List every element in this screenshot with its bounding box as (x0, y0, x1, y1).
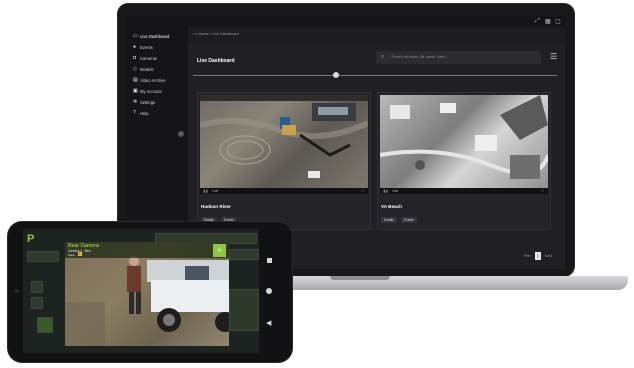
zone-badge: Zone (68, 253, 75, 257)
sidebar-item-live-dashboard[interactable]: ▭ Live Dashboard (133, 33, 170, 40)
collapse-toggle-icon[interactable]: ‹ (178, 131, 184, 137)
sidebar-item-my-account[interactable]: ▣ My Account (133, 88, 162, 95)
top-bar: ⤢ ▦ ▢ (127, 16, 565, 27)
pause-icon[interactable]: ❚❚ (383, 189, 388, 193)
sidebar-item-help[interactable]: ? Help (133, 110, 149, 117)
next-button[interactable]: Next (545, 254, 552, 258)
blurred-menu-item (31, 297, 43, 309)
search-placeholder: Search all fields, file name, date... (391, 55, 448, 59)
list-view-icon[interactable]: ☰ (550, 52, 557, 61)
blurred-row (229, 289, 259, 331)
breadcrumb: ‹ ⌂ Home / Live Dashboard (193, 32, 239, 36)
blurred-menu-item (27, 251, 59, 262)
front-camera-icon (15, 289, 19, 293)
sidebar-item-label: Settings (140, 100, 156, 105)
app-logo: P (27, 233, 35, 245)
live-label: Live (212, 189, 219, 193)
dot-icon: ● (133, 44, 137, 50)
back-icon[interactable]: ◀ (266, 320, 271, 327)
account-icon: ▣ (133, 88, 138, 94)
zone-number-badge: 1 (78, 252, 82, 256)
timeline-slider-handle[interactable] (333, 72, 339, 78)
pagination: Prev 1 Next (524, 252, 552, 260)
blurred-row (229, 249, 259, 260)
camera-name: Hudson River (201, 204, 231, 209)
sidebar-item-video-archive[interactable]: ▤ Video Archive (133, 77, 166, 84)
sidebar-item-settings[interactable]: ✲ Settings (133, 99, 156, 106)
breadcrumb-current: Live Dashboard (212, 32, 239, 36)
page-number[interactable]: 1 (534, 252, 541, 260)
sidebar-item-models[interactable]: ◇ Models (133, 66, 154, 73)
sidebar-item-label: Cameras (140, 56, 157, 61)
sidebar-item-cameras[interactable]: ◘ Cameras (133, 55, 157, 62)
camera-feed-image[interactable] (200, 95, 368, 189)
breadcrumb-home[interactable]: Home (199, 32, 209, 36)
sidebar-item-label: Live Dashboard (140, 34, 170, 39)
prev-button[interactable]: Prev (524, 254, 531, 258)
window-icon[interactable]: ▢ (555, 18, 561, 25)
player-controls: ❚❚ Live ⛶ (380, 188, 548, 194)
camera-name: VA Beach (381, 204, 402, 209)
monitor-icon: ▭ (133, 33, 138, 39)
laptop-notch (330, 276, 390, 280)
pause-icon[interactable]: ❚❚ (203, 189, 208, 193)
camera-card-hudson-river: ❚❚ Live ⛶ Hudson River Details Events (197, 92, 371, 230)
square-icon[interactable] (267, 258, 272, 263)
blurred-menu-item (31, 281, 43, 293)
sidebar-item-label: Video Archive (140, 78, 166, 83)
page-title: Live Dashboard (197, 58, 235, 64)
sidebar-item-label: Help (140, 111, 149, 116)
player-controls: ❚❚ Live ⛶ (200, 188, 368, 194)
model-icon: ◇ (133, 66, 137, 72)
camera-modal[interactable]: Rear Camera Camera 1 · Ben Zone 1 + (65, 242, 229, 346)
events-button[interactable]: Events (401, 217, 417, 223)
sidebar-item-label: Events (140, 45, 153, 50)
home-icon[interactable]: ⌂ (195, 32, 197, 36)
fullscreen-icon[interactable]: ⛶ (362, 189, 364, 193)
gear-icon: ✲ (133, 99, 138, 105)
sidebar-item-label: Models (140, 67, 154, 72)
live-label: Live (392, 189, 399, 193)
camera-feed-image[interactable] (380, 95, 548, 189)
grid-icon[interactable]: ▦ (545, 18, 551, 25)
circle-icon[interactable] (266, 288, 272, 294)
details-button[interactable]: Details (381, 217, 397, 223)
timeline-slider[interactable] (193, 75, 557, 76)
camera-card-va-beach: ❚❚ Live ⛶ VA Beach Details Events (377, 92, 551, 230)
add-button[interactable]: + (213, 244, 226, 257)
fullscreen-icon[interactable]: ⛶ (542, 189, 544, 193)
breadcrumb-separator: / (209, 32, 211, 36)
search-input[interactable]: ⌕ Search all fields, file name, date... (376, 51, 541, 64)
search-icon: ⌕ (381, 54, 385, 60)
sidebar-item-events[interactable]: ● Events (133, 44, 153, 51)
blurred-menu-item (37, 317, 53, 333)
help-icon: ? (133, 110, 136, 116)
archive-icon: ▤ (133, 77, 138, 83)
expand-icon[interactable]: ⤢ (535, 18, 540, 25)
sidebar-item-label: My Account (140, 89, 162, 94)
camera-icon: ◘ (133, 55, 137, 61)
camera-modal-header: Rear Camera Camera 1 · Ben Zone 1 (65, 242, 229, 258)
